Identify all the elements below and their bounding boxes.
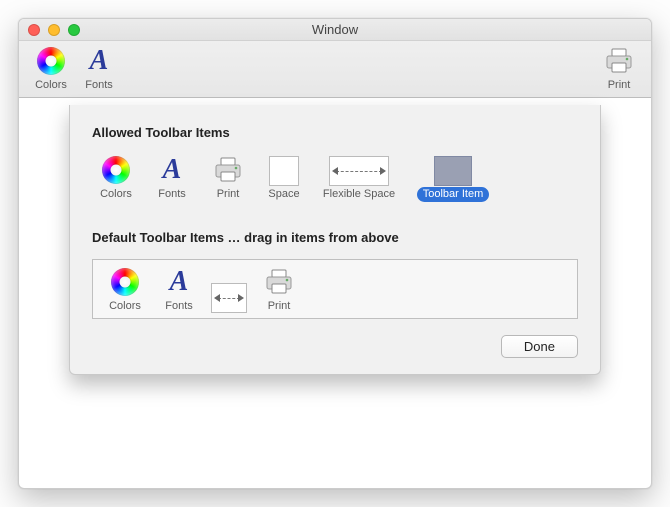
printer-icon <box>603 45 635 77</box>
toolbar-item-print[interactable]: Print <box>595 45 643 93</box>
default-label: Fonts <box>165 299 193 314</box>
printer-icon <box>263 266 295 298</box>
flex-space-icon <box>211 283 247 313</box>
palette-label: Colors <box>100 187 132 202</box>
default-item-fonts[interactable]: A Fonts <box>155 266 203 314</box>
default-items-title: Default Toolbar Items … drag in items fr… <box>92 230 578 245</box>
palette-label: Flexible Space <box>323 187 395 202</box>
palette-label: Toolbar Item <box>417 187 490 202</box>
toolbar: Colors A Fonts Print <box>19 41 651 98</box>
palette-label: Print <box>217 187 240 202</box>
default-label: Colors <box>109 299 141 314</box>
zoom-icon[interactable] <box>68 24 80 36</box>
palette-item-toolbar-item[interactable]: Toolbar Item <box>410 156 496 202</box>
palette-item-flexible-space[interactable]: Flexible Space <box>316 156 402 202</box>
button-row: Done <box>92 335 578 358</box>
close-icon[interactable] <box>28 24 40 36</box>
toolbar-label: Fonts <box>85 78 113 93</box>
palette-item-fonts[interactable]: A Fonts <box>148 154 196 202</box>
default-item-flexible-space[interactable] <box>209 283 249 314</box>
default-label: Print <box>268 299 291 314</box>
printer-icon <box>212 154 244 186</box>
fonts-icon: A <box>83 45 115 77</box>
default-item-colors[interactable]: Colors <box>101 266 149 314</box>
palette-label: Space <box>268 187 299 202</box>
colorwheel-icon <box>35 45 67 77</box>
palette-label: Fonts <box>158 187 186 202</box>
toolbar-label: Print <box>608 78 631 93</box>
toolbar-item-colors[interactable]: Colors <box>27 45 75 93</box>
window: Window Colors A Fonts Print Allowed Tool… <box>18 18 652 489</box>
space-icon <box>269 156 299 186</box>
palette-item-print[interactable]: Print <box>204 154 252 202</box>
minimize-icon[interactable] <box>48 24 60 36</box>
colorwheel-icon <box>100 154 132 186</box>
default-item-print[interactable]: Print <box>255 266 303 314</box>
custom-toolbar-item-icon <box>434 156 472 186</box>
customize-toolbar-sheet: Allowed Toolbar Items Colors A Fonts Pri… <box>69 105 601 375</box>
default-toolbar-box[interactable]: Colors A Fonts Print <box>92 259 578 319</box>
toolbar-item-fonts[interactable]: A Fonts <box>75 45 123 93</box>
titlebar: Window <box>19 19 651 41</box>
traffic-lights <box>28 24 80 36</box>
toolbar-label: Colors <box>35 78 67 93</box>
allowed-items-row: Colors A Fonts Print Space Flexible Spac… <box>92 154 578 202</box>
palette-item-colors[interactable]: Colors <box>92 154 140 202</box>
palette-item-space[interactable]: Space <box>260 156 308 202</box>
colorwheel-icon <box>109 266 141 298</box>
fonts-icon: A <box>163 266 195 298</box>
window-title: Window <box>19 22 651 37</box>
done-button[interactable]: Done <box>501 335 578 358</box>
allowed-items-title: Allowed Toolbar Items <box>92 125 578 140</box>
fonts-icon: A <box>156 154 188 186</box>
flex-space-icon <box>329 156 389 186</box>
